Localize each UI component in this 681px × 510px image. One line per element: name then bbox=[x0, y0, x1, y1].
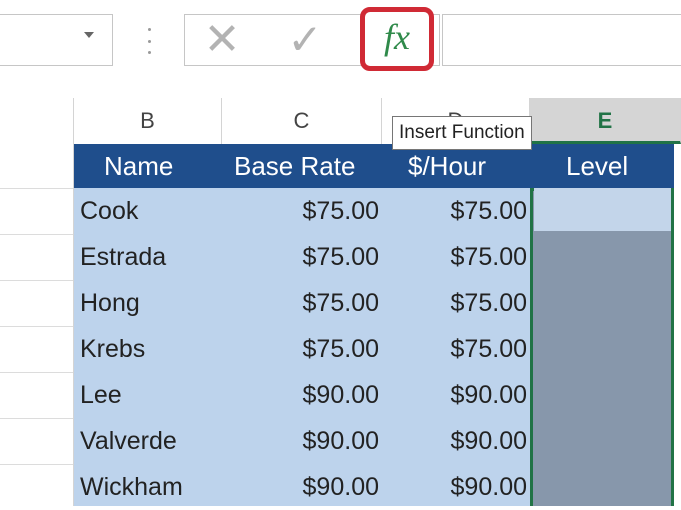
cell-base-rate[interactable]: $75.00 bbox=[224, 280, 379, 326]
cell-per-hour[interactable]: $90.00 bbox=[384, 418, 527, 464]
cell-name[interactable]: Wickham bbox=[80, 464, 230, 510]
table-row: Estrada $75.00 $75.00 bbox=[74, 234, 530, 280]
enter-icon[interactable]: ✓ bbox=[280, 19, 330, 61]
cell-per-hour[interactable]: $75.00 bbox=[384, 234, 527, 280]
header-base-rate[interactable]: Base Rate bbox=[234, 144, 355, 188]
selected-range-level-column[interactable] bbox=[530, 188, 674, 506]
header-level[interactable]: Level bbox=[566, 144, 628, 188]
column-f-edge bbox=[674, 144, 681, 506]
formula-input[interactable] bbox=[442, 14, 681, 66]
cell-base-rate[interactable]: $75.00 bbox=[224, 326, 379, 372]
column-header-a-partial[interactable] bbox=[0, 98, 74, 144]
cell-per-hour[interactable]: $75.00 bbox=[384, 280, 527, 326]
table-row: Cook $75.00 $75.00 bbox=[74, 188, 530, 234]
column-header-e[interactable]: E bbox=[530, 98, 681, 144]
insert-function-button[interactable]: fx bbox=[360, 7, 434, 71]
cell-base-rate[interactable]: $90.00 bbox=[224, 372, 379, 418]
cell-name[interactable]: Lee bbox=[80, 372, 230, 418]
table-row: Hong $75.00 $75.00 bbox=[74, 280, 530, 326]
cancel-icon[interactable]: ✕ bbox=[200, 18, 244, 62]
active-cell[interactable] bbox=[534, 188, 671, 231]
cell-name[interactable]: Krebs bbox=[80, 326, 230, 372]
fx-icon: fx bbox=[384, 17, 410, 57]
cell-name[interactable]: Hong bbox=[80, 280, 230, 326]
header-per-hour[interactable]: $/Hour bbox=[408, 144, 486, 188]
column-header-b[interactable]: B bbox=[74, 98, 222, 144]
name-box[interactable] bbox=[0, 14, 113, 66]
name-box-dropdown-icon[interactable] bbox=[84, 32, 94, 38]
column-header-c[interactable]: C bbox=[222, 98, 382, 144]
cell-per-hour[interactable]: $90.00 bbox=[384, 464, 527, 510]
header-name[interactable]: Name bbox=[104, 144, 173, 188]
cell-name[interactable]: Estrada bbox=[80, 234, 230, 280]
formula-bar: ✕ ✓ fx bbox=[0, 0, 681, 88]
column-header-row: B C D E bbox=[0, 98, 681, 145]
table-header-row: Name Base Rate $/Hour Level bbox=[74, 144, 681, 188]
insert-function-tooltip: Insert Function bbox=[392, 116, 532, 150]
table-row: Valverde $90.00 $90.00 bbox=[74, 418, 530, 464]
cell-name[interactable]: Valverde bbox=[80, 418, 230, 464]
cell-base-rate[interactable]: $90.00 bbox=[224, 464, 379, 510]
cell-base-rate[interactable]: $75.00 bbox=[224, 188, 379, 234]
column-a-cells[interactable] bbox=[0, 144, 74, 506]
cell-base-rate[interactable]: $75.00 bbox=[224, 234, 379, 280]
table-row: Wickham $90.00 $90.00 bbox=[74, 464, 530, 510]
cell-name[interactable]: Cook bbox=[80, 188, 230, 234]
table-row: Krebs $75.00 $75.00 bbox=[74, 326, 530, 372]
cell-per-hour[interactable]: $75.00 bbox=[384, 188, 527, 234]
cell-per-hour[interactable]: $90.00 bbox=[384, 372, 527, 418]
formula-bar-grip-icon[interactable] bbox=[148, 28, 152, 54]
cell-per-hour[interactable]: $75.00 bbox=[384, 326, 527, 372]
cell-base-rate[interactable]: $90.00 bbox=[224, 418, 379, 464]
table-row: Lee $90.00 $90.00 bbox=[74, 372, 530, 418]
